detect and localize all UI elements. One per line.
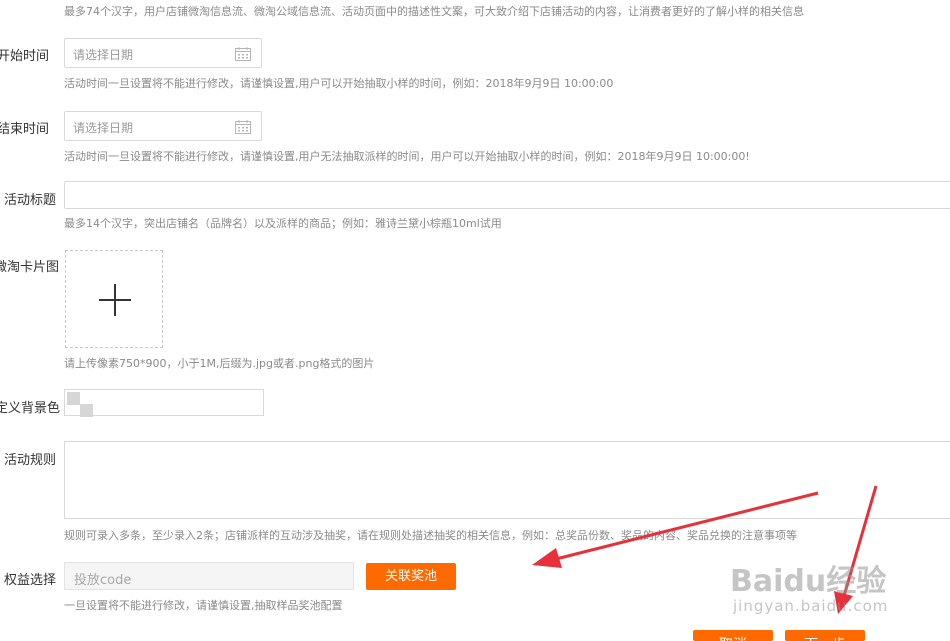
- watermark-logo: Baidu经验: [730, 564, 887, 599]
- watermark-url: jingyan.baidu.com: [733, 597, 889, 615]
- annotation-arrows-icon: [532, 485, 878, 614]
